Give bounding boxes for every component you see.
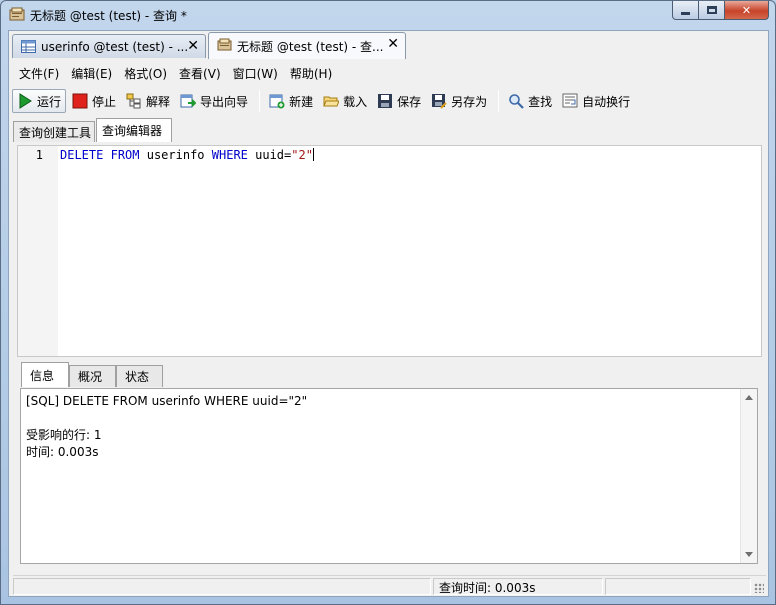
word-wrap-button[interactable]: 自动换行 xyxy=(558,89,634,113)
table-icon xyxy=(21,40,36,53)
tab-query-builder[interactable]: 查询创建工具 xyxy=(13,121,95,142)
app-window: 无标题 @test (test) - 查询 * ✕ userinfo @test… xyxy=(0,0,776,605)
menu-help[interactable]: 帮助(H) xyxy=(290,65,332,82)
scroll-up-icon[interactable] xyxy=(745,395,753,400)
export-icon xyxy=(180,94,197,108)
doc-tab-label: 无标题 @test (test) - 查... xyxy=(237,39,384,54)
keyword-from: FROM xyxy=(110,148,140,162)
close-tab-icon[interactable]: ✕ xyxy=(387,36,399,52)
search-icon xyxy=(509,94,524,109)
result-blank-line xyxy=(26,410,307,427)
save-icon xyxy=(378,94,393,108)
toolbar-separator xyxy=(498,90,500,112)
stop-label: 停止 xyxy=(92,94,117,109)
tab-label: 查询编辑器 xyxy=(102,124,163,138)
find-label: 查找 xyxy=(528,94,553,109)
explain-button[interactable]: 解释 xyxy=(122,89,174,113)
vertical-scrollbar[interactable] xyxy=(740,389,757,563)
tab-label: 概况 xyxy=(78,370,103,384)
word-wrap-icon xyxy=(562,93,578,108)
keyword-where: WHERE xyxy=(211,148,248,162)
code-line[interactable]: DELETE FROM userinfo WHERE uuid="2" xyxy=(60,148,314,162)
close-tab-icon[interactable]: ✕ xyxy=(187,38,199,54)
export-wizard-button[interactable]: 导出向导 xyxy=(176,89,252,113)
menu-file[interactable]: 文件(F) xyxy=(19,65,59,82)
line-number-gutter: 1 xyxy=(18,146,58,356)
menu-format[interactable]: 格式(O) xyxy=(124,65,167,82)
explain-label: 解释 xyxy=(146,94,171,109)
new-query-icon xyxy=(269,94,285,109)
tab-label: 信息 xyxy=(30,368,55,383)
close-window-button[interactable]: ✕ xyxy=(725,1,769,20)
save-as-label: 另存为 xyxy=(451,94,488,109)
client-area: userinfo @test (test) - ... ✕ 无标题 @test … xyxy=(8,30,769,597)
keyword-delete: DELETE xyxy=(60,148,104,162)
tab-label: 状态 xyxy=(125,370,150,384)
maximize-button[interactable] xyxy=(699,1,725,20)
save-as-button[interactable]: 另存为 xyxy=(427,89,491,113)
doc-tab-label: userinfo @test (test) - ... xyxy=(41,39,189,54)
find-button[interactable]: 查找 xyxy=(504,89,556,113)
export-wizard-label: 导出向导 xyxy=(200,94,249,109)
status-cell-main xyxy=(13,578,431,595)
tab-overview[interactable]: 概况 xyxy=(69,365,116,387)
title-bar[interactable]: 无标题 @test (test) - 查询 * ✕ xyxy=(1,1,775,29)
status-cell-extra xyxy=(605,578,751,595)
toolbar: 运行 停止 解释 导出向导 新建 载入 保存 另存为 查找 自动换行 xyxy=(12,88,768,114)
result-message-pane[interactable]: [SQL] DELETE FROM userinfo WHERE uuid="2… xyxy=(20,388,758,564)
query-app-icon xyxy=(9,7,25,21)
minimize-icon xyxy=(681,11,690,15)
new-label: 新建 xyxy=(289,94,314,109)
condition-text: uuid= xyxy=(255,148,292,162)
load-button[interactable]: 载入 xyxy=(319,89,371,113)
play-icon xyxy=(19,93,32,109)
document-tabs: userinfo @test (test) - ... ✕ 无标题 @test … xyxy=(9,31,768,59)
menu-view[interactable]: 查看(V) xyxy=(179,65,221,82)
doc-tab-userinfo[interactable]: userinfo @test (test) - ... ✕ xyxy=(12,34,206,58)
result-sql-line: [SQL] DELETE FROM userinfo WHERE uuid="2… xyxy=(26,394,308,408)
line-number: 1 xyxy=(35,148,43,162)
window-title: 无标题 @test (test) - 查询 * xyxy=(30,9,187,23)
new-button[interactable]: 新建 xyxy=(265,89,317,113)
result-time: 时间: 0.003s xyxy=(26,445,99,459)
load-label: 载入 xyxy=(343,94,368,109)
string-literal: "2" xyxy=(291,148,313,162)
explain-tree-icon xyxy=(126,93,141,109)
stop-icon xyxy=(72,93,88,109)
folder-open-icon xyxy=(323,96,340,107)
menu-bar: 文件(F) 编辑(E) 格式(O) 查看(V) 窗口(W) 帮助(H) xyxy=(9,62,768,84)
tab-label: 查询创建工具 xyxy=(19,125,92,140)
table-name: userinfo xyxy=(146,148,205,162)
maximize-icon xyxy=(706,6,717,14)
toolbar-separator xyxy=(259,90,261,112)
save-label: 保存 xyxy=(397,94,422,109)
tab-query-editor[interactable]: 查询编辑器 xyxy=(96,118,172,142)
stop-button[interactable]: 停止 xyxy=(68,89,120,113)
run-button[interactable]: 运行 xyxy=(12,89,67,113)
save-button[interactable]: 保存 xyxy=(373,89,425,113)
close-icon: ✕ xyxy=(741,3,752,17)
status-bar: 查询时间: 0.003s xyxy=(13,575,766,595)
status-query-time: 查询时间: 0.003s xyxy=(439,581,536,595)
save-as-icon xyxy=(432,94,447,109)
word-wrap-label: 自动换行 xyxy=(582,94,631,109)
resize-grip-icon[interactable] xyxy=(754,583,764,593)
result-affected-rows: 受影响的行: 1 xyxy=(26,428,102,442)
menu-window[interactable]: 窗口(W) xyxy=(233,65,278,82)
doc-tab-query[interactable]: 无标题 @test (test) - 查... ✕ xyxy=(208,32,406,59)
sql-editor[interactable]: 1 DELETE FROM userinfo WHERE uuid="2" xyxy=(17,145,762,357)
scroll-down-icon[interactable] xyxy=(745,552,753,557)
tab-info[interactable]: 信息 xyxy=(21,362,69,387)
result-lines: [SQL] DELETE FROM userinfo WHERE uuid="2… xyxy=(26,393,307,461)
text-caret xyxy=(312,148,314,161)
minimize-button[interactable] xyxy=(672,1,699,20)
run-label: 运行 xyxy=(37,94,62,109)
menu-edit[interactable]: 编辑(E) xyxy=(71,65,112,82)
query-icon xyxy=(217,38,232,51)
tab-status[interactable]: 状态 xyxy=(116,365,163,387)
